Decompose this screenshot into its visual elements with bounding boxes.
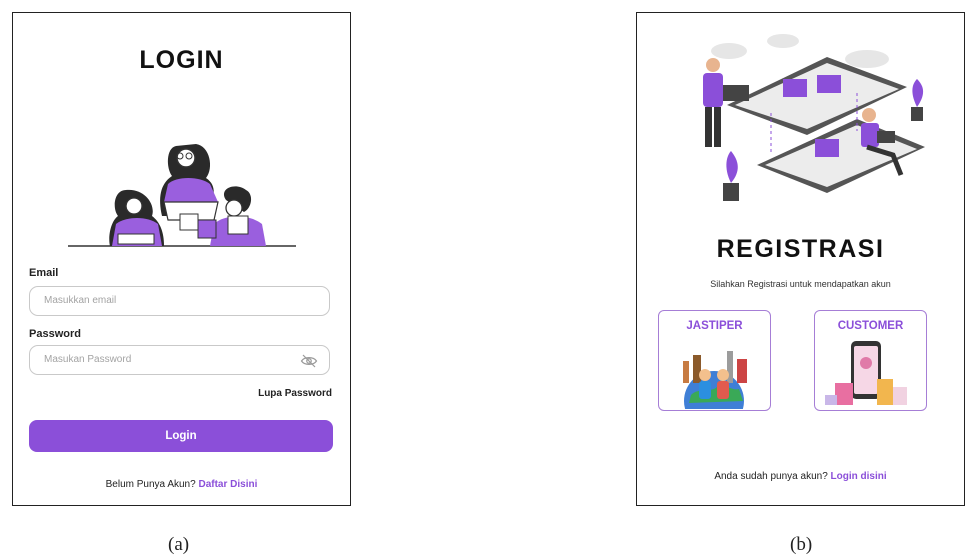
team-puzzle-illustration bbox=[68, 144, 296, 247]
phone-shopping-icon bbox=[825, 341, 907, 405]
eye-off-icon[interactable] bbox=[299, 352, 319, 370]
page-title: REGISTRASI bbox=[716, 235, 885, 263]
register-screen: REGISTRASI Silahkan Registrasi untuk men… bbox=[636, 12, 965, 506]
email-placeholder: Masukkan email bbox=[44, 295, 117, 306]
caption-b: (b) bbox=[790, 534, 813, 555]
world-travel-icon bbox=[683, 351, 747, 409]
online-store-illustration bbox=[703, 34, 925, 201]
caption-a: (a) bbox=[168, 534, 190, 555]
jastiper-card[interactable]: JASTIPER bbox=[658, 310, 771, 411]
email-input[interactable]: Masukkan email bbox=[29, 286, 330, 316]
page-title: LOGIN bbox=[139, 46, 224, 74]
jastiper-label: JASTIPER bbox=[686, 320, 743, 332]
login-prompt: Anda sudah punya akun? Login disini bbox=[637, 471, 964, 482]
forgot-password-link[interactable]: Lupa Password bbox=[258, 388, 332, 399]
signup-link[interactable]: Daftar Disini bbox=[198, 479, 257, 490]
login-button[interactable]: Login bbox=[29, 420, 333, 452]
customer-card[interactable]: CUSTOMER bbox=[814, 310, 927, 411]
login-screen: LOGIN Email Masukkan email Password Masu… bbox=[12, 12, 351, 506]
signup-prompt: Belum Punya Akun? Daftar Disini bbox=[13, 479, 350, 490]
password-label: Password bbox=[29, 328, 81, 340]
login-link[interactable]: Login disini bbox=[831, 471, 887, 482]
customer-label: CUSTOMER bbox=[837, 320, 904, 332]
password-placeholder: Masukan Password bbox=[44, 354, 132, 365]
page-subtitle: Silahkan Registrasi untuk mendapatkan ak… bbox=[710, 279, 891, 289]
login-prompt-text: Anda sudah punya akun? bbox=[714, 471, 828, 482]
email-label: Email bbox=[29, 267, 59, 279]
signup-prompt-text: Belum Punya Akun? bbox=[105, 479, 196, 490]
password-input[interactable]: Masukan Password bbox=[29, 345, 330, 375]
